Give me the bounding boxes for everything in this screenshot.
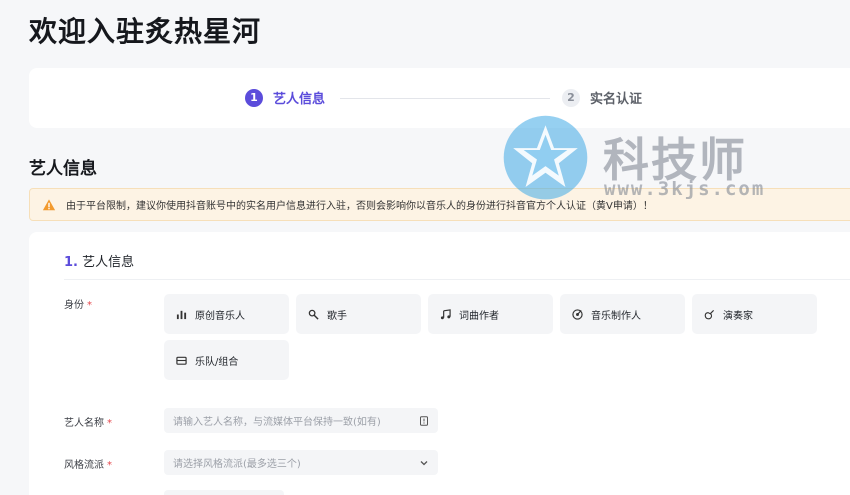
star-logo-icon [503, 115, 588, 200]
step-real-name-verification[interactable]: 2 实名认证 [562, 88, 642, 107]
music-note-icon [440, 308, 451, 319]
chevron-down-icon [420, 460, 428, 465]
vinyl-icon [572, 308, 583, 320]
next-field-input[interactable] [164, 490, 284, 495]
form-subtitle-text: 艺人信息 [82, 255, 135, 270]
identity-label-text: 身份 [64, 300, 84, 311]
site-watermark: 科技师 www.3kjs.com [498, 112, 778, 207]
identity-option-label: 音乐制作人 [591, 310, 641, 322]
required-mark: * [107, 460, 112, 471]
identity-label: 身份 * [64, 296, 92, 311]
warning-icon [42, 198, 56, 210]
identity-option-singer[interactable]: 歌手 [296, 294, 421, 334]
identity-option-songwriter[interactable]: 词曲作者 [428, 294, 553, 334]
artist-name-input[interactable]: 请输入艺人名称，与流媒体平台保持一致(如有) [164, 408, 438, 433]
identity-option-band[interactable]: 乐队/组合 [164, 340, 289, 380]
form-subtitle: 1. 艺人信息 [64, 251, 134, 270]
step-label: 实名认证 [590, 92, 643, 107]
genre-select[interactable]: 请选择风格流派(最多选三个) [164, 450, 438, 475]
artist-info-form: 1. 艺人信息 身份 * 原创音乐人 歌手 词曲作者 音乐制作人 演奏家 乐队/组… [29, 232, 850, 495]
guitar-icon [704, 309, 715, 319]
identity-option-original-musician[interactable]: 原创音乐人 [164, 294, 289, 334]
identity-option-music-producer[interactable]: 音乐制作人 [560, 294, 685, 334]
artist-name-label-text: 艺人名称 [64, 418, 104, 429]
genre-label-text: 风格流派 [64, 460, 104, 471]
page-title: 欢迎入驻炙热星河 [29, 15, 262, 48]
required-mark: * [107, 418, 112, 429]
identity-option-label: 词曲作者 [459, 310, 499, 322]
artist-name-placeholder: 请输入艺人名称，与流媒体平台保持一致(如有) [173, 417, 381, 428]
artist-name-label: 艺人名称 * [64, 414, 112, 429]
step-label: 艺人信息 [273, 92, 326, 107]
step-artist-info[interactable]: 1 艺人信息 [245, 88, 325, 107]
genre-placeholder: 请选择风格流派(最多选三个) [173, 459, 301, 470]
identity-option-label: 歌手 [327, 310, 347, 322]
step-connector [340, 98, 550, 99]
identity-option-performer[interactable]: 演奏家 [692, 294, 817, 334]
step-number: 1 [245, 88, 263, 107]
band-icon [176, 356, 187, 365]
required-mark: * [87, 300, 92, 311]
identity-option-label: 乐队/组合 [195, 356, 239, 368]
watermark-url: www.3kjs.com [604, 178, 766, 200]
form-subtitle-index: 1. [64, 255, 78, 270]
genre-label: 风格流派 * [64, 456, 112, 471]
section-title: 艺人信息 [29, 159, 97, 179]
divider [64, 279, 850, 280]
identity-option-label: 原创音乐人 [195, 310, 245, 322]
microphone-icon [308, 309, 319, 320]
id-card-icon [420, 415, 428, 426]
bar-chart-icon [176, 310, 187, 319]
step-number: 2 [562, 88, 580, 107]
identity-option-label: 演奏家 [723, 310, 753, 322]
